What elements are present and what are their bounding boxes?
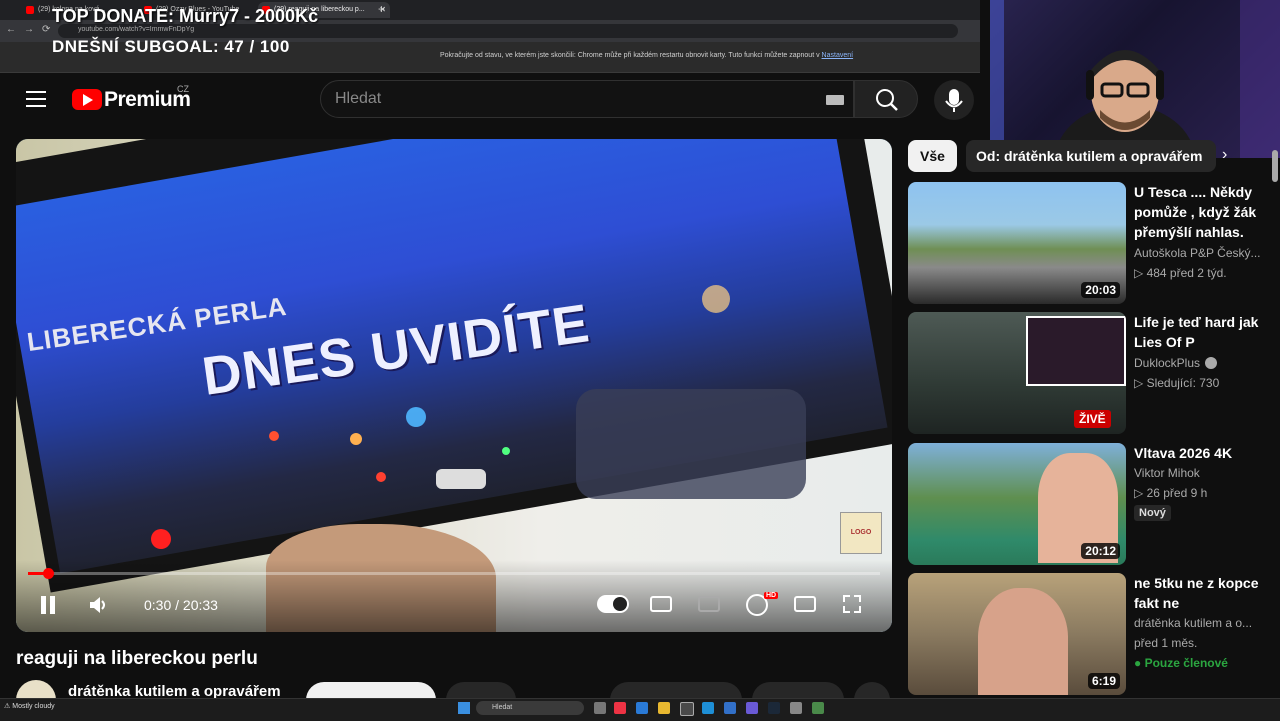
sidebar-video-title[interactable]: Vltava 2026 4K: [1134, 443, 1274, 463]
live-badge: ŽIVĚ: [1074, 410, 1111, 428]
app-icon[interactable]: [812, 702, 824, 714]
pause-button[interactable]: [40, 596, 56, 614]
time-display: 0:30 / 20:33: [144, 597, 218, 613]
settings-link[interactable]: Nastavení: [822, 52, 854, 59]
thumbnail-person: [978, 588, 1068, 695]
warning-icon: ⚠: [4, 703, 11, 710]
weather-widget[interactable]: ⚠ Mostly cloudy: [4, 702, 55, 710]
chip-channel[interactable]: Od: drátěnka kutilem a opravářem: [966, 140, 1216, 172]
duration-badge: 20:12: [1081, 543, 1120, 559]
taskbar-search[interactable]: Hledat: [476, 701, 584, 715]
sidebar-video-meta: ▷ Sledující: 730: [1134, 376, 1220, 390]
sidebar-channel-name[interactable]: drátěnka kutilem a o...: [1134, 616, 1274, 630]
channel-watermark[interactable]: LOGO: [840, 512, 882, 554]
sidebar-channel-name[interactable]: DuklockPlus: [1134, 356, 1274, 370]
sidebar-scrollbar[interactable]: [1272, 150, 1278, 182]
search-input[interactable]: [320, 80, 854, 118]
members-icon: ●: [1134, 656, 1142, 670]
info-bar-text: Pokračujte od stavu, ve kterém jste skon…: [440, 52, 853, 59]
app-icon[interactable]: [790, 702, 802, 714]
fullscreen-icon: [843, 595, 861, 613]
webcam-figure: [990, 0, 1280, 158]
members-only-label: Pouze členové: [1144, 656, 1228, 670]
theater-mode-button[interactable]: [794, 596, 816, 612]
youtube-logo-icon[interactable]: [72, 89, 102, 110]
sidebar-channel-name[interactable]: Viktor Mihok: [1134, 466, 1274, 480]
hd-badge: HD: [764, 592, 779, 599]
members-only-badge: ● Pouze členové: [1134, 656, 1228, 670]
mic-icon: [945, 89, 963, 112]
streamer-facecam: [1026, 316, 1126, 386]
new-badge: Nový: [1134, 505, 1171, 521]
app-icon[interactable]: [636, 702, 648, 714]
youtube-favicon-icon: [26, 6, 34, 14]
file-explorer-icon[interactable]: [658, 702, 670, 714]
menu-icon[interactable]: [26, 91, 46, 107]
volume-icon: [90, 597, 105, 613]
voice-search-button[interactable]: [934, 80, 974, 120]
country-code: CZ: [177, 84, 189, 94]
sidebar-video-title[interactable]: Life je teď hard jak Lies Of P: [1134, 312, 1274, 352]
sidebar-video-meta: před 1 měs.: [1134, 636, 1198, 650]
search-button[interactable]: [854, 80, 918, 118]
sidebar-video-meta: ▷ 484 před 2 týd.: [1134, 266, 1227, 280]
info-bar-message: Pokračujte od stavu, ve kterém jste skon…: [440, 52, 820, 59]
chip-all[interactable]: Vše: [908, 140, 957, 172]
autoplay-toggle[interactable]: [597, 595, 629, 613]
chrome-icon[interactable]: [680, 702, 694, 716]
duration-badge: 6:19: [1087, 673, 1120, 689]
url-text[interactable]: youtube.com/watch?v=ImmwFnDpYg: [78, 26, 194, 33]
discord-icon[interactable]: [746, 702, 758, 714]
chevron-right-icon[interactable]: ›: [1222, 146, 1227, 164]
app-icon[interactable]: [724, 702, 736, 714]
video-player[interactable]: LIBERECKÁ PERLA DNES UVIDÍTE LOGO: [16, 139, 892, 632]
video-thumbnail[interactable]: 20:03: [908, 182, 1126, 304]
keyboard-icon[interactable]: [826, 95, 844, 105]
steam-icon[interactable]: [768, 702, 780, 714]
video-thumbnail[interactable]: 6:19: [908, 573, 1126, 695]
app-icon[interactable]: [614, 702, 626, 714]
video-title: reaguji na libereckou perlu: [16, 648, 258, 669]
subtitles-button[interactable]: [650, 596, 672, 612]
sidebar-channel-name[interactable]: Autoškola P&P Český...: [1134, 246, 1274, 260]
subgoal-overlay: DNEŠNÍ SUBGOAL: 47 / 100: [52, 37, 290, 56]
duration-badge: 20:03: [1081, 282, 1120, 298]
sidebar-video-title[interactable]: ne 5tku ne z kopce fakt ne: [1134, 573, 1274, 613]
top-donate-overlay: TOP DONATE: Murry7 - 2000Kč: [52, 6, 319, 26]
sidebar-video-title[interactable]: U Tesca .... Někdy pomůže , když žák pře…: [1134, 182, 1274, 242]
new-tab-button[interactable]: +: [378, 2, 385, 16]
sidebar-video-meta: ▷ 26 před 9 h: [1134, 486, 1208, 500]
fullscreen-button[interactable]: [842, 594, 862, 614]
weather-text: Mostly cloudy: [12, 703, 55, 710]
progress-bar[interactable]: [28, 572, 880, 575]
nav-buttons[interactable]: ←→⟳: [6, 24, 58, 35]
verified-icon: [1205, 357, 1217, 369]
video-thumbnail[interactable]: 20:12: [908, 443, 1126, 565]
loop-button[interactable]: [698, 596, 720, 612]
windows-start-icon[interactable]: [458, 702, 470, 714]
task-view-icon[interactable]: [594, 702, 606, 714]
edge-icon[interactable]: [702, 702, 714, 714]
search-icon: [876, 89, 898, 111]
volume-button[interactable]: [88, 594, 108, 616]
streamer-webcam: [990, 0, 1280, 158]
